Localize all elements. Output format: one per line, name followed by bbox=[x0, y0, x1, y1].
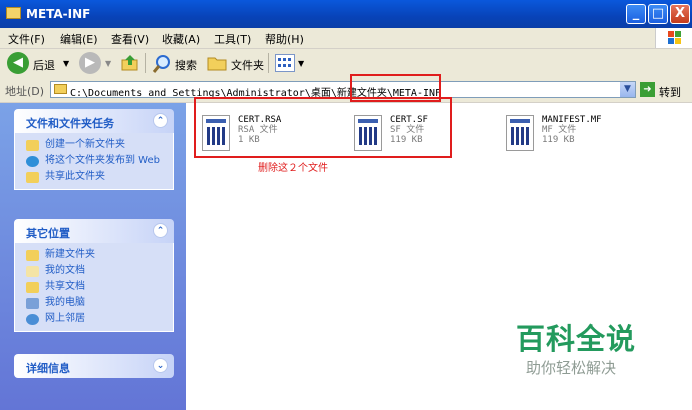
other-places-panel: 其它位置 ⌃ 新建文件夹 我的文档 共享文档 我的电脑 网上邻居 bbox=[14, 219, 174, 332]
address-input[interactable]: C:\Documents and Settings\Administrator\… bbox=[50, 81, 636, 99]
place-network-label: 网上邻居 bbox=[45, 313, 85, 324]
folder-icon bbox=[54, 84, 67, 94]
minimize-button[interactable]: _ bbox=[626, 4, 646, 24]
new-folder-icon bbox=[26, 140, 39, 151]
watermark-title: 百科全说 bbox=[516, 322, 637, 356]
folders-button[interactable]: 文件夹 bbox=[231, 57, 264, 73]
up-folder-icon[interactable] bbox=[121, 54, 139, 72]
file-item[interactable]: MANIFEST.MF MF 文件 119 KB bbox=[502, 113, 652, 163]
file-name: MANIFEST.MF bbox=[542, 115, 602, 125]
task-publish-web-label: 将这个文件夹发布到 Web bbox=[45, 155, 160, 166]
menu-bar: 文件(F) 编辑(E) 查看(V) 收藏(A) 工具(T) 帮助(H) bbox=[0, 28, 692, 49]
menu-tools[interactable]: 工具(T) bbox=[214, 31, 251, 47]
place-network[interactable]: 网上邻居 bbox=[15, 311, 173, 327]
address-label: 地址(D) bbox=[5, 85, 45, 98]
close-button[interactable]: X bbox=[670, 4, 690, 24]
file-size: 119 KB bbox=[542, 135, 575, 145]
menu-help[interactable]: 帮助(H) bbox=[265, 31, 304, 47]
forward-dropdown-icon[interactable]: ▼ bbox=[105, 59, 111, 68]
place-new-folder[interactable]: 新建文件夹 bbox=[15, 247, 173, 263]
toolbar-separator bbox=[268, 53, 269, 73]
forward-arrow-icon[interactable]: ▶ bbox=[79, 52, 101, 74]
other-places-header[interactable]: 其它位置 ⌃ bbox=[14, 219, 174, 243]
network-icon bbox=[26, 314, 39, 325]
place-my-computer[interactable]: 我的电脑 bbox=[15, 295, 173, 311]
highlight-files-box bbox=[194, 97, 452, 158]
menu-view[interactable]: 查看(V) bbox=[111, 31, 149, 47]
folder-icon bbox=[26, 250, 39, 261]
window-title: META-INF bbox=[26, 7, 91, 21]
file-list-area: CERT.RSA RSA 文件 1 KB CERT.SF SF 文件 119 K… bbox=[186, 97, 692, 410]
collapse-chevron-icon[interactable]: ⌃ bbox=[153, 223, 168, 238]
other-places-title: 其它位置 bbox=[26, 227, 70, 240]
go-arrow-icon[interactable]: ➜ bbox=[640, 82, 655, 97]
views-dropdown-icon[interactable]: ▼ bbox=[298, 59, 304, 68]
expand-chevron-icon[interactable]: ⌄ bbox=[153, 358, 168, 373]
place-shared-documents[interactable]: 共享文档 bbox=[15, 279, 173, 295]
search-button[interactable]: 搜索 bbox=[175, 57, 197, 73]
address-dropdown-icon[interactable]: ▼ bbox=[620, 82, 635, 97]
details-header[interactable]: 详细信息 ⌄ bbox=[14, 354, 174, 378]
task-new-folder-label: 创建一个新文件夹 bbox=[45, 139, 125, 150]
task-pane: 文件和文件夹任务 ⌃ 创建一个新文件夹 将这个文件夹发布到 Web 共享此文件夹… bbox=[0, 103, 186, 410]
folders-icon[interactable] bbox=[207, 54, 227, 72]
document-icon bbox=[506, 115, 534, 151]
menu-favorites[interactable]: 收藏(A) bbox=[162, 31, 200, 47]
annotation-text: 删除这２个文件 bbox=[258, 163, 328, 174]
place-shared-documents-label: 共享文档 bbox=[45, 281, 85, 292]
collapse-chevron-icon[interactable]: ⌃ bbox=[153, 113, 168, 128]
documents-icon bbox=[26, 266, 39, 277]
menu-file[interactable]: 文件(F) bbox=[8, 31, 45, 47]
windows-logo-icon bbox=[655, 28, 692, 48]
share-folder-icon bbox=[26, 172, 39, 183]
file-tasks-header[interactable]: 文件和文件夹任务 ⌃ bbox=[14, 109, 174, 133]
views-icon[interactable] bbox=[275, 54, 295, 72]
details-title: 详细信息 bbox=[26, 362, 70, 375]
toolbar-separator bbox=[145, 53, 146, 73]
computer-icon bbox=[26, 298, 39, 309]
task-share-folder[interactable]: 共享此文件夹 bbox=[15, 169, 173, 185]
file-tasks-panel: 文件和文件夹任务 ⌃ 创建一个新文件夹 将这个文件夹发布到 Web 共享此文件夹 bbox=[14, 109, 174, 190]
place-new-folder-label: 新建文件夹 bbox=[45, 249, 95, 260]
shared-folder-icon bbox=[26, 282, 39, 293]
back-button[interactable]: 后退 bbox=[33, 57, 55, 73]
title-bar: META-INF _ □ X bbox=[0, 0, 692, 28]
folder-icon bbox=[6, 7, 21, 19]
watermark-subtitle: 助你轻松解决 bbox=[526, 359, 617, 377]
toolbar: ◀ 后退 ▼ ▶ ▼ 搜索 文件夹 ▼ bbox=[0, 49, 692, 79]
back-arrow-icon[interactable]: ◀ bbox=[7, 52, 29, 74]
menu-edit[interactable]: 编辑(E) bbox=[60, 31, 98, 47]
file-tasks-title: 文件和文件夹任务 bbox=[26, 117, 114, 130]
place-my-computer-label: 我的电脑 bbox=[45, 297, 85, 308]
task-new-folder[interactable]: 创建一个新文件夹 bbox=[15, 137, 173, 153]
place-my-documents-label: 我的文档 bbox=[45, 265, 85, 276]
search-icon[interactable] bbox=[152, 54, 172, 74]
task-publish-web[interactable]: 将这个文件夹发布到 Web bbox=[15, 153, 173, 169]
globe-icon bbox=[26, 156, 39, 167]
task-share-folder-label: 共享此文件夹 bbox=[45, 171, 105, 182]
maximize-button[interactable]: □ bbox=[648, 4, 668, 24]
go-button[interactable]: 转到 bbox=[659, 84, 681, 100]
place-my-documents[interactable]: 我的文档 bbox=[15, 263, 173, 279]
back-dropdown-icon[interactable]: ▼ bbox=[63, 59, 69, 68]
file-type: MF 文件 bbox=[542, 125, 577, 135]
details-panel: 详细信息 ⌄ bbox=[14, 354, 174, 378]
